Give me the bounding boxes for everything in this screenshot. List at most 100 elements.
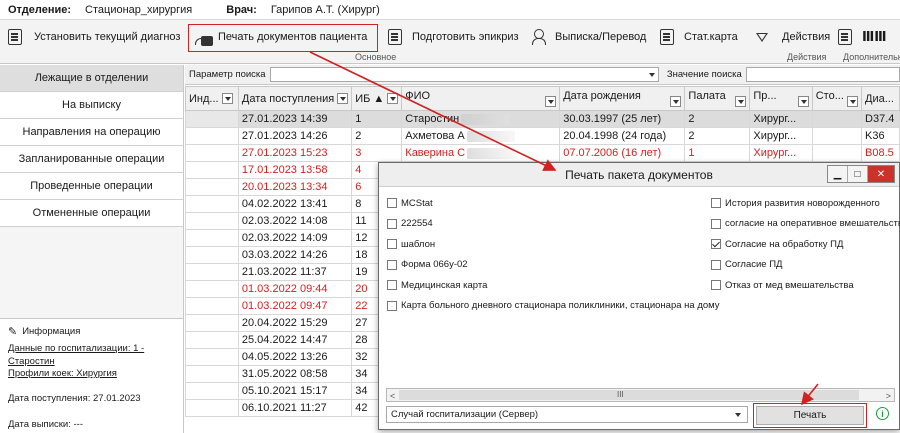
cell-admit-date: 05.10.2021 15:17 [237, 382, 353, 400]
sidebar-item-done-ops[interactable]: Проведенные операции [0, 173, 183, 200]
col-header-dob[interactable]: Дата рождения [559, 86, 686, 111]
extract-transfer-button[interactable]: Выписка/Перевод [531, 24, 646, 50]
search-param-label: Параметр поиска [189, 69, 266, 80]
binoculars-button[interactable]: ⅢⅢ [862, 24, 887, 50]
doc-checkbox-item[interactable]: Отказ от мед вмешательства [711, 275, 900, 296]
maximize-button[interactable]: □ [848, 166, 868, 182]
group-extra-label: Дополнительн [843, 52, 900, 62]
redacted-name-blur [467, 147, 516, 159]
col-header-profile[interactable]: Пр... [749, 86, 813, 111]
cell-admit-date: 04.05.2022 13:26 [237, 348, 353, 366]
col-header-index[interactable]: Инд... [185, 86, 239, 111]
checkbox[interactable] [711, 239, 721, 250]
filter-dropdown-icon[interactable] [337, 93, 349, 105]
sidebar-item-discharge[interactable]: На выписку [0, 92, 183, 119]
filter-dropdown-icon[interactable] [387, 93, 399, 105]
set-diagnosis-button[interactable]: Установить текущий диагноз [8, 24, 180, 50]
checkbox[interactable] [387, 239, 397, 250]
checkbox[interactable] [387, 198, 397, 209]
dialog-title-bar[interactable]: Печать пакета документов ▁ □ ✕ [379, 163, 899, 187]
doc-checkbox-item[interactable]: История развития новорожденного [711, 193, 900, 214]
search-value-input[interactable] [745, 67, 900, 82]
doc-checkbox-item[interactable]: согласие на оперативное вмешательство [711, 214, 900, 235]
stat-card-button[interactable]: Стат.карта [660, 24, 738, 50]
cell-index [185, 127, 239, 145]
minimize-button[interactable]: ▁ [828, 166, 848, 182]
sidebar-item-op-referrals[interactable]: Направления на операцию [0, 119, 183, 146]
doc-checkbox-item[interactable]: MCStat [387, 193, 720, 214]
doc-checkbox-item[interactable]: Медицинская карта [387, 275, 720, 296]
hospitalization-link[interactable]: Данные по госпитализации: 1 - [8, 343, 175, 355]
table-row[interactable]: 27.01.2023 15:23 3 Каверина С 07.07.2006 (1… [185, 144, 900, 162]
actions-label: Действия [782, 31, 831, 43]
table-row[interactable]: 27.01.2023 14:26 2 Ахметова А 20.04.1998 (2… [185, 127, 900, 145]
table-row[interactable]: 27.01.2023 14:39 1 Старостин 30.03.1997 (25… [185, 110, 900, 128]
department-value: Стационар_хирургия [85, 3, 193, 16]
source-select[interactable]: Случай госпитализации (Сервер) [386, 406, 748, 423]
cell-index [185, 229, 239, 247]
doc-checkbox-item[interactable]: 222554 [387, 214, 720, 235]
checkbox[interactable] [387, 218, 397, 229]
sidebar-item-label: Запланированные операции [18, 153, 165, 165]
doc-checkbox-item[interactable]: Карта больного дневного стационара полик… [387, 296, 720, 317]
scroll-left-icon[interactable]: < [390, 391, 395, 401]
checkbox[interactable] [711, 280, 721, 291]
sidebar-item-in-department[interactable]: Лежащие в отделении [0, 65, 183, 92]
filter-dropdown-icon[interactable] [797, 96, 809, 107]
cell-ward: 1 [684, 144, 751, 162]
filter-dropdown-icon[interactable] [545, 96, 557, 107]
horizontal-scrollbar[interactable]: < III > [386, 388, 895, 402]
print-package-dialog: Печать пакета документов ▁ □ ✕ MCStat 222… [378, 162, 900, 430]
col-header-admit-date[interactable]: Дата поступления [237, 86, 353, 111]
cell-index [185, 178, 239, 196]
checkbox[interactable] [387, 259, 397, 270]
doc-checkbox-item[interactable]: Согласие ПД [711, 255, 900, 276]
checkbox[interactable] [711, 218, 721, 229]
prepare-epicrisis-button[interactable]: Подготовить эпикриз [388, 24, 519, 50]
info-icon[interactable]: i [876, 407, 889, 420]
close-icon: ✕ [876, 168, 886, 180]
close-button[interactable]: ✕ [868, 166, 894, 182]
col-header-fio[interactable]: ФИО [401, 86, 561, 111]
search-param-select[interactable] [269, 67, 659, 82]
cell-cost [811, 110, 863, 128]
cell-index [185, 110, 239, 128]
bed-profile-link[interactable]: Профили коек: Хирургия [8, 368, 175, 380]
discharge-date: Дата выписки: --- [8, 418, 83, 430]
filter-dropdown-icon[interactable] [735, 96, 747, 107]
doc-checkbox-item[interactable]: Форма 066у-02 [387, 255, 720, 276]
redacted-name-blur [466, 130, 515, 142]
doc-checkbox-item[interactable]: шаблон [387, 234, 720, 255]
actions-dropdown-button[interactable]: Действия [756, 24, 830, 50]
cell-index [185, 144, 239, 162]
print-button[interactable]: Печать [756, 406, 864, 425]
cell-cost [811, 144, 863, 162]
binoculars-icon: ⅢⅢ [862, 29, 887, 44]
doc-checkbox-item[interactable]: Согласие на обработку ПД [711, 234, 900, 255]
scroll-grip: III [617, 390, 624, 399]
filter-dropdown-icon[interactable] [847, 96, 859, 107]
checkbox[interactable] [387, 300, 397, 311]
col-header-cost[interactable]: Сто... [811, 86, 863, 111]
col-header-ward[interactable]: Палата [684, 86, 751, 111]
cell-index [185, 297, 239, 315]
checkbox[interactable] [711, 259, 721, 270]
sidebar-item-planned-ops[interactable]: Запланированные операции [0, 146, 183, 173]
cell-fio: Каверина С [401, 144, 561, 162]
patient-link[interactable]: Старостин [8, 356, 175, 368]
checkbox[interactable] [387, 280, 397, 291]
filter-dropdown-icon[interactable] [670, 96, 682, 107]
scroll-right-icon[interactable]: > [886, 391, 891, 401]
col-header-diag[interactable]: Диа... [861, 86, 900, 111]
minimize-icon: ▁ [833, 168, 842, 180]
table-icon-button[interactable] [838, 24, 852, 50]
checkbox[interactable] [711, 198, 721, 209]
col-header-ib[interactable]: ИБ ▲ [351, 86, 403, 111]
cell-profile: Хирург... [749, 110, 813, 128]
filter-dropdown-icon[interactable] [221, 93, 233, 105]
scroll-thumb[interactable] [399, 390, 859, 400]
cell-fio: Ахметова А [401, 127, 561, 145]
cell-ward: 2 [684, 127, 751, 145]
doc-checkbox-label: шаблон [401, 238, 436, 250]
sidebar-item-cancelled-ops[interactable]: Отмененные операции [0, 200, 183, 227]
